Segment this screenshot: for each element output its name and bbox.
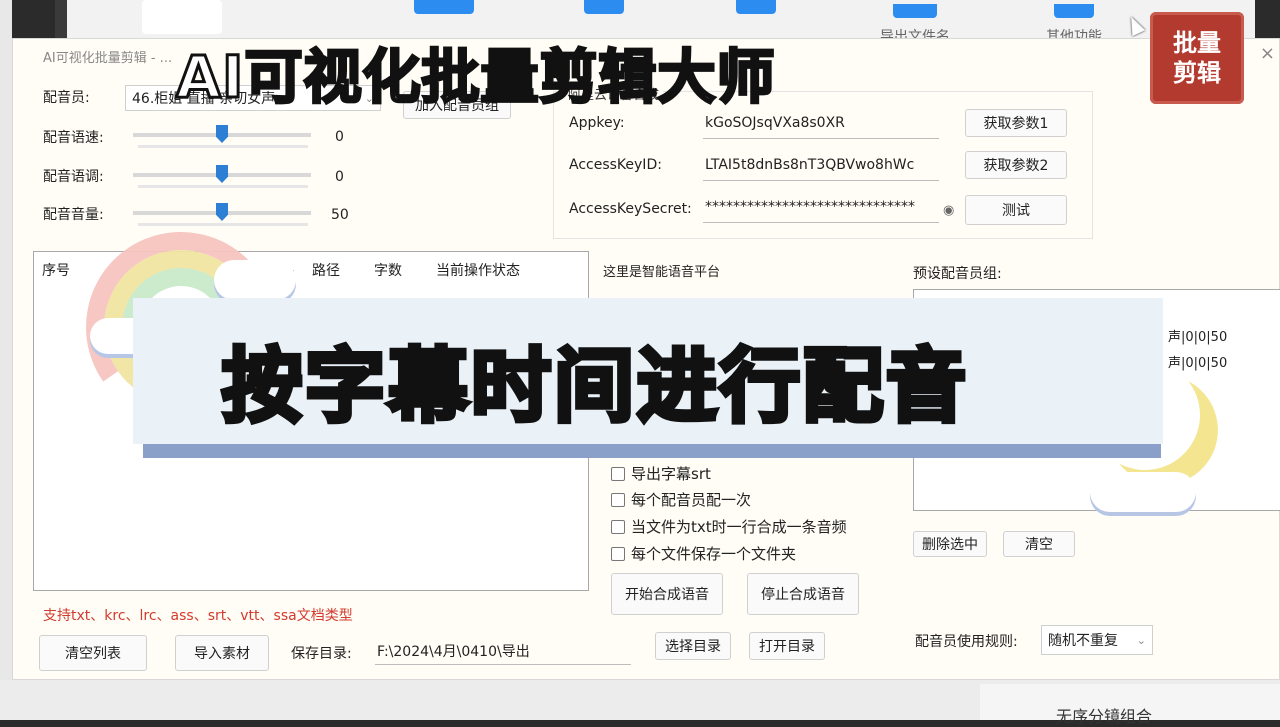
seal-text-line: 剪辑: [1173, 58, 1221, 87]
pitch-label: 配音语调:: [43, 169, 104, 185]
checkbox-label: 当文件为txt时一行合成一条音频: [631, 518, 847, 536]
column-header-status: 当前操作状态: [436, 263, 520, 279]
clear-list-button[interactable]: 清空列表: [39, 635, 147, 671]
eye-icon[interactable]: ◉: [943, 203, 954, 218]
preset-list-item[interactable]: 声|0|0|50: [1168, 326, 1227, 345]
background-tile: [142, 0, 222, 34]
txt-line-audio-checkbox[interactable]: 当文件为txt时一行合成一条音频: [611, 516, 847, 537]
column-header-path: 路径: [312, 263, 340, 279]
window-title: AI可视化批量剪辑 - ...: [43, 51, 173, 66]
pitch-slider[interactable]: [133, 163, 311, 189]
clear-preset-button[interactable]: 清空: [1003, 531, 1075, 557]
preset-label: 预设配音员组:: [913, 266, 1002, 282]
checkbox-label: 每个文件保存一个文件夹: [631, 545, 797, 563]
folder-per-file-checkbox[interactable]: 每个文件保存一个文件夹: [611, 543, 796, 564]
secret-label: AccessKeySecret:: [569, 201, 692, 217]
checkbox-label: 导出字幕srt: [631, 465, 711, 483]
background-bottom-label: 无序分镜组合: [1056, 707, 1153, 726]
volume-value: 50: [331, 207, 349, 223]
checkbox-label: 每个配音员配一次: [631, 491, 752, 509]
seal-stamp: 批量 剪辑: [1150, 12, 1244, 104]
get-param2-button[interactable]: 获取参数2: [965, 151, 1067, 179]
volume-label: 配音音量:: [43, 207, 104, 223]
voice-rule-value: 随机不重复: [1048, 633, 1118, 649]
save-dir-field[interactable]: F:\2024\4月\0410\导出: [375, 639, 631, 665]
test-button[interactable]: 测试: [965, 195, 1067, 225]
video-title-overlay: AI可视化批量剪辑大师: [174, 42, 776, 113]
close-icon[interactable]: ×: [1260, 43, 1275, 64]
speed-value: 0: [335, 129, 344, 145]
slider-thumb[interactable]: [216, 165, 228, 183]
import-materials-button[interactable]: 导入素材: [175, 635, 269, 671]
choose-dir-button[interactable]: 选择目录: [655, 632, 731, 660]
voice-label: 配音员:: [43, 90, 90, 106]
background-tool-1[interactable]: [414, 0, 474, 22]
export-srt-checkbox[interactable]: 导出字幕srt: [611, 463, 711, 484]
cloud-decoration: [214, 260, 296, 300]
slider-thumb[interactable]: [216, 203, 228, 221]
slider-thumb[interactable]: [216, 125, 228, 143]
accesskeyid-field[interactable]: LTAI5t8dnBs8nT3QBVwo8hWc: [703, 155, 939, 181]
get-param1-button[interactable]: 获取参数1: [965, 109, 1067, 137]
volume-slider[interactable]: [133, 201, 311, 227]
supported-formats-text: 支持txt、krc、lrc、ass、srt、vtt、ssa文档类型: [43, 608, 353, 624]
speed-label: 配音语速:: [43, 130, 104, 146]
start-synthesis-button[interactable]: 开始合成语音: [611, 573, 723, 615]
appkey-label: Appkey:: [569, 115, 625, 131]
column-header-wordcount: 字数: [374, 263, 402, 279]
stop-synthesis-button[interactable]: 停止合成语音: [747, 573, 859, 615]
accesskeyid-label: AccessKeyID:: [569, 157, 662, 173]
open-dir-button[interactable]: 打开目录: [749, 632, 825, 660]
background-tool-3[interactable]: [736, 0, 776, 22]
banner-caption: 按字幕时间进行配音: [220, 338, 969, 436]
seal-text-line: 批量: [1173, 28, 1221, 57]
appkey-field[interactable]: kGoSOJsqVXa8s0XR: [703, 113, 939, 139]
each-voice-once-checkbox[interactable]: 每个配音员配一次: [611, 489, 751, 510]
secret-field[interactable]: ******************************: [703, 197, 939, 223]
voice-rule-select[interactable]: 随机不重复 ⌄: [1041, 625, 1153, 655]
platform-label: 这里是智能语音平台: [603, 265, 721, 280]
delete-selected-button[interactable]: 删除选中: [913, 531, 987, 557]
speed-slider[interactable]: [133, 123, 311, 149]
voice-rule-label: 配音员使用规则:: [915, 634, 1018, 650]
pitch-value: 0: [335, 169, 344, 185]
column-header-index: 序号: [42, 263, 70, 279]
chevron-down-icon: ⌄: [1136, 633, 1146, 647]
background-left-strip: [0, 0, 12, 720]
preset-list-item[interactable]: 声|0|0|50: [1168, 352, 1227, 371]
cloud-decoration: [1090, 472, 1196, 512]
background-tool-2[interactable]: [584, 0, 624, 22]
save-dir-label: 保存目录:: [291, 646, 352, 662]
